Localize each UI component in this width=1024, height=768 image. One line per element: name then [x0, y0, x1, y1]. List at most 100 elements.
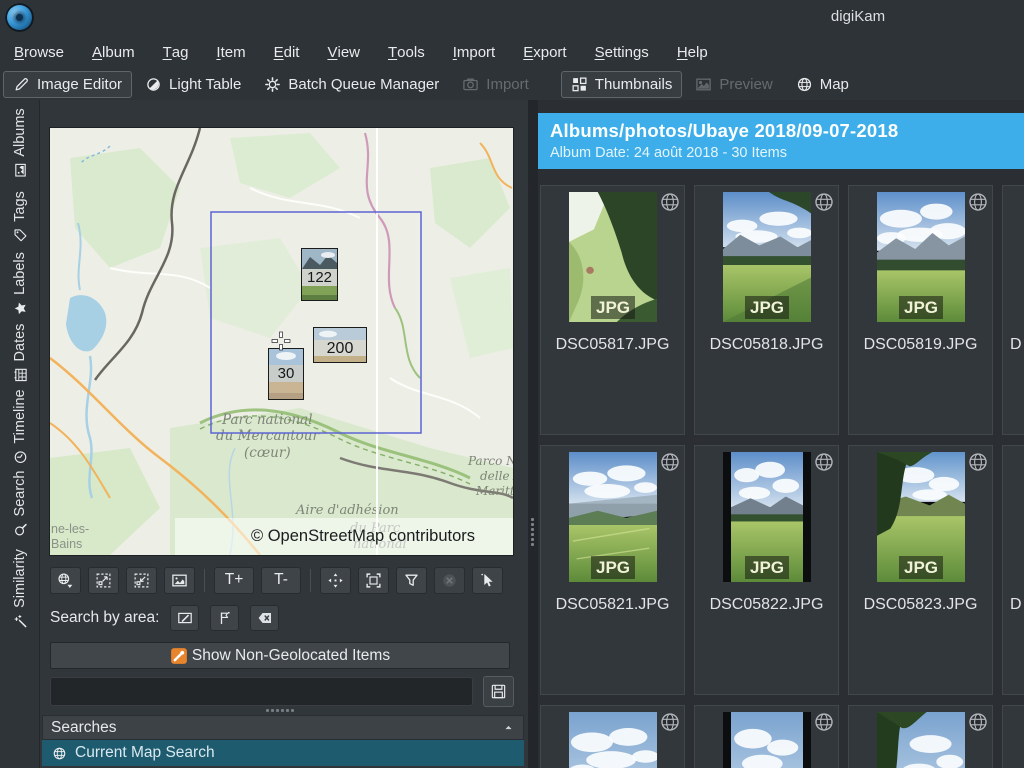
thumbnails-grid-icon	[571, 76, 588, 93]
thumbnail-cell-dsc05817.jpg[interactable]: JPG DSC05817.JPG	[540, 185, 685, 435]
thumbnail-cell-dsc05823.jpg[interactable]: JPG DSC05823.JPG	[848, 445, 993, 695]
thumbnail-cell[interactable]	[540, 705, 685, 768]
thumbnail-cell-d[interactable]: D	[1002, 185, 1024, 435]
sidebar-tab-labels[interactable]: Labels	[0, 248, 40, 320]
photo-thumbnail[interactable]: JPG	[723, 452, 811, 582]
sidebar-tab-label: Tags	[12, 191, 28, 222]
map-view[interactable]: Parc national du Mercantour (cœur) Aire …	[49, 127, 524, 556]
zoom-out-region-button[interactable]	[88, 566, 119, 594]
menu-import[interactable]: Import	[439, 36, 510, 68]
thumbnails-bigger-button[interactable]: T+	[214, 566, 254, 594]
title-bar: digiKam	[0, 0, 1024, 36]
photo-thumbnail[interactable]: JPG	[723, 192, 811, 322]
map-marker-30[interactable]: 30	[268, 348, 304, 400]
non-geolocated-icon	[170, 647, 188, 665]
toolbar-image-editor-button[interactable]: Image Editor	[3, 70, 133, 98]
map-search-panel: Parc national du Mercantour (cœur) Aire …	[40, 100, 528, 768]
map-label-park: Parc national	[221, 412, 313, 428]
thumbnail-cell-d[interactable]: D	[1002, 445, 1024, 695]
menu-album[interactable]: Album	[78, 36, 149, 68]
remove-filter-button[interactable]	[434, 566, 465, 594]
menu-view[interactable]: View	[313, 36, 374, 68]
menu-export[interactable]: Export	[509, 36, 580, 68]
map-marker-122[interactable]: 122	[301, 248, 338, 301]
thumbnail-cell[interactable]	[1002, 705, 1024, 768]
toolbar-batch-queue-manager-button[interactable]: Batch Queue Manager	[254, 71, 449, 98]
thumbnail-cell-dsc05821.jpg[interactable]: JPG DSC05821.JPG	[540, 445, 685, 695]
album-icon-view: Albums/photos/Ubaye 2018/09-07-2018 Albu…	[538, 100, 1024, 768]
geotag-globe-icon	[968, 192, 988, 212]
openstreetmap-canvas[interactable]: Parc national du Mercantour (cœur) Aire …	[49, 127, 524, 556]
toolbar-separator	[310, 568, 311, 592]
toolbar-button-label: Preview	[719, 75, 773, 93]
photo-thumbnail[interactable]	[569, 712, 657, 768]
photo-thumbnail[interactable]	[877, 712, 965, 768]
toolbar-button-label: Map	[819, 75, 849, 93]
select-rectangle-button[interactable]	[170, 605, 200, 631]
photo-thumbnail[interactable]: JPG	[877, 452, 965, 582]
thumbnail-cell-dsc05822.jpg[interactable]: JPG DSC05822.JPG	[694, 445, 839, 695]
pan-mode-button[interactable]	[320, 566, 351, 594]
menu-tag[interactable]: Tag	[149, 36, 203, 68]
filename-label: DSC05817.JPG	[555, 336, 670, 353]
menu-browse[interactable]: Browse	[0, 36, 78, 68]
albums-icon	[13, 163, 28, 178]
sidebar-tab-albums[interactable]: Albums	[0, 100, 40, 186]
geotag-globe-icon	[660, 452, 680, 472]
sidebar-tab-search[interactable]: Search	[0, 468, 40, 540]
search-name-input[interactable]	[50, 677, 473, 706]
thumbnail-cell-dsc05819.jpg[interactable]: JPG DSC05819.JPG	[848, 185, 993, 435]
photo-thumbnail[interactable]: JPG	[877, 192, 965, 322]
vertical-splitter[interactable]	[528, 100, 538, 768]
thumbnail-cell-dsc05818.jpg[interactable]: JPG DSC05818.JPG	[694, 185, 839, 435]
photo-thumbnail[interactable]	[723, 712, 811, 768]
map-label-parco: Parco Na	[467, 454, 513, 468]
filter-button[interactable]	[396, 566, 427, 594]
clock-icon	[13, 450, 28, 465]
toolbar-map-button[interactable]: Map	[786, 71, 859, 98]
menu-settings[interactable]: Settings	[581, 36, 663, 68]
show-thumbnails-button[interactable]	[164, 566, 195, 594]
non-geolocated-label: Show Non-Geolocated Items	[191, 646, 391, 664]
menu-tools[interactable]: Tools	[374, 36, 439, 68]
toolbar-button-label: Thumbnails	[594, 75, 673, 93]
thumbnails-smaller-button[interactable]: T-	[261, 566, 301, 594]
album-breadcrumb-title: Albums/photos/Ubaye 2018/09-07-2018	[550, 120, 899, 141]
map-toolbar: T+ T-	[50, 566, 503, 594]
menu-edit[interactable]: Edit	[260, 36, 314, 68]
searches-header[interactable]: Searches	[42, 715, 524, 740]
sidebar-tab-similarity[interactable]: Similarity	[0, 540, 40, 638]
photo-thumbnail[interactable]: JPG	[569, 192, 657, 322]
main-toolbar: Image Editor Light Table Batch Queue Manag…	[0, 68, 1024, 101]
select-region-button[interactable]	[210, 605, 240, 631]
preview-image-icon	[695, 76, 712, 93]
toolbar-thumbnails-button[interactable]: Thumbnails	[560, 70, 683, 98]
filename-label: D	[1010, 336, 1022, 353]
sidebar-tab-timeline[interactable]: Timeline	[0, 386, 40, 468]
sidebar-tab-tags[interactable]: Tags	[0, 186, 40, 248]
search-item-current-map-search[interactable]: Current Map Search	[42, 740, 524, 766]
save-search-button[interactable]	[483, 676, 514, 707]
search-item-label: Current Map Search	[75, 744, 215, 761]
menu-help[interactable]: Help	[663, 36, 722, 68]
thumbnail-cell[interactable]	[694, 705, 839, 768]
collapse-arrow-icon[interactable]	[502, 721, 515, 734]
panel-splitter-handle[interactable]	[266, 709, 310, 712]
clear-selection-button[interactable]	[250, 605, 280, 631]
toolbar-import-button[interactable]: Import	[452, 71, 558, 98]
toolbar-preview-button[interactable]: Preview	[685, 71, 782, 98]
select-mode-button[interactable]	[472, 566, 503, 594]
filename-label: DSC05822.JPG	[709, 596, 824, 613]
map-marker-200[interactable]: 200	[313, 327, 367, 363]
show-non-geolocated-button[interactable]: Show Non-Geolocated Items	[50, 642, 510, 669]
sidebar-tab-dates[interactable]: Dates	[0, 320, 40, 386]
zoom-selection-button[interactable]	[358, 566, 389, 594]
menu-item[interactable]: Item	[202, 36, 259, 68]
geotag-globe-icon	[660, 192, 680, 212]
toolbar-light-table-button[interactable]: Light Table	[135, 71, 251, 98]
zoom-in-region-button[interactable]	[126, 566, 157, 594]
format-badge: JPG	[898, 556, 944, 579]
map-backend-button[interactable]	[50, 566, 81, 594]
thumbnail-cell[interactable]	[848, 705, 993, 768]
photo-thumbnail[interactable]: JPG	[569, 452, 657, 582]
